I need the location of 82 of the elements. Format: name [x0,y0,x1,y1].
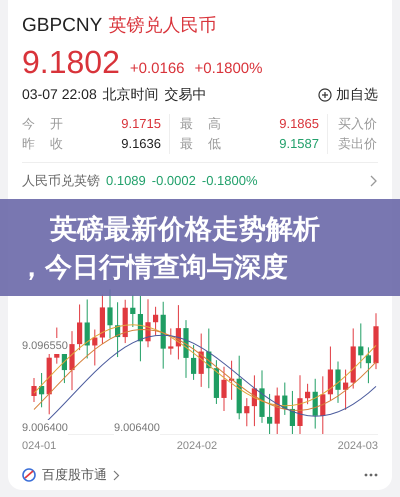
stat-value: 9.1865 [279,115,319,134]
chevron-right-icon [113,470,120,481]
candlestick [138,295,143,362]
candlestick [328,346,333,401]
candlestick [366,346,371,384]
candlestick [130,294,136,328]
inverse-price: 0.1089 [106,172,146,190]
axis-label: 9.096550 [22,338,68,354]
date-label: 2024-02 [176,438,218,454]
candlestick [267,393,272,434]
logo-icon [22,468,36,482]
stat-label: 收 [50,135,63,154]
candlestick [312,378,318,429]
candlestick [282,382,288,416]
candlestick [236,354,242,420]
time-zone: 北京时间 [102,85,159,104]
candlestick [343,368,348,410]
candlestick [84,298,90,359]
candlestick [153,306,158,336]
candlestick [229,360,234,400]
candlestick [145,298,151,348]
candlestick [160,300,166,369]
stat-label: 开 [50,115,63,134]
candlestick [320,376,326,434]
candlestick [168,328,174,355]
stat-value: 9.1587 [279,135,319,154]
candlestick [183,319,189,378]
candlestick [31,377,37,402]
date-label: 024-01 [22,438,56,454]
candlestick [373,312,379,370]
add-watchlist-button[interactable]: 加自选 [318,84,378,106]
stat-label: 今 [22,115,36,134]
stat-value: 9.1636 [121,135,161,154]
stat-label: 最 [180,135,194,154]
timestamp: 03-07 22:08 [22,85,97,104]
stat-label: 低 [208,135,221,154]
stat-label: 卖出价 [338,135,377,154]
candlestick [191,344,196,380]
candlestick [69,330,75,390]
candlestick [350,328,356,389]
candlestick [274,386,280,434]
banner-title: ，今日行情查询与深度 [18,250,289,284]
candlestick [221,366,227,412]
candlestick [290,390,295,434]
stat-label: 最 [180,115,194,134]
stat-label: 昨 [22,135,36,154]
trading-status: 交易中 [164,85,207,104]
candlestick [100,294,105,344]
candlestick [335,360,341,404]
price-change: +0.0166 [130,59,185,79]
more-icon[interactable] [364,473,378,478]
price: 9.1802 [22,43,120,82]
candlestick [115,301,120,358]
date-label: 2024-03 [338,438,378,454]
pair-name: 英镑兑人民币 [108,14,216,37]
symbol: GBPCNY [22,14,102,38]
percent-change: +0.1800% [194,59,262,79]
candlestick [39,372,44,408]
chevron-right-icon[interactable] [370,174,378,187]
candlestick [244,397,250,426]
stat-label: 买入价 [338,115,377,134]
axis-label: 9.006400 [22,420,68,436]
candlestick [198,332,204,388]
candlestick [297,374,303,434]
candlestick [92,328,98,366]
candlestick [305,383,310,404]
candlestick [122,298,128,344]
candlestick [259,370,265,424]
candlestick [176,304,181,360]
candlestick [252,374,257,426]
stat-value: 9.1715 [121,115,161,134]
candlestick [77,304,82,350]
candlestick [358,322,364,369]
source-link[interactable]: 百度股市通 [42,465,107,485]
inverse-change: -0.0002 [152,172,196,190]
inverse-pair-label: 人民币兑英镑 [22,172,100,190]
candlestick [214,359,219,404]
plus-circle-icon [318,88,332,102]
candlestick [206,328,212,388]
stat-label: 高 [208,115,221,134]
inverse-percent-change: -0.1800% [202,172,258,190]
banner-title: 英磅最新价格走势解析 [50,212,321,246]
